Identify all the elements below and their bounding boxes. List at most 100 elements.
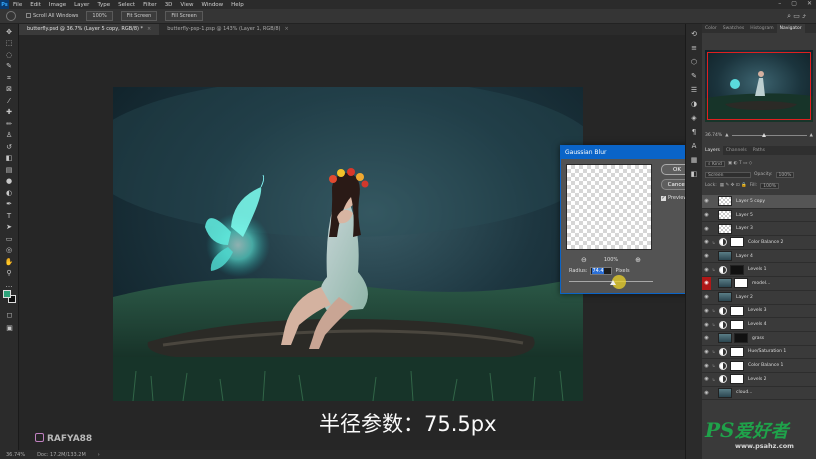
adjustment-icon[interactable] (719, 265, 727, 274)
mountain-large-icon[interactable]: ▲ (810, 133, 813, 138)
dialog-title-bar[interactable]: Gaussian Blur ✕ (561, 146, 697, 159)
tab-color[interactable]: Color (702, 24, 720, 33)
brush-settings-icon[interactable]: ✎ (690, 72, 699, 80)
maximize-icon[interactable]: ▢ (791, 0, 797, 9)
layer-thumbnail[interactable] (718, 210, 732, 221)
eye-icon[interactable]: ◉ (702, 239, 711, 245)
menu-edit[interactable]: Edit (26, 2, 45, 8)
layer-row[interactable]: ◉ Layer 5 (702, 209, 816, 223)
character-icon[interactable]: A (690, 142, 699, 150)
layer-thumbnail[interactable] (718, 387, 732, 398)
hand-tool-icon[interactable]: ✋ (4, 258, 15, 266)
menu-file[interactable]: File (9, 2, 26, 8)
type-tool-icon[interactable]: T (4, 212, 15, 220)
eye-icon[interactable]: ◉ (702, 226, 711, 232)
menu-3d[interactable]: 3D (161, 2, 177, 8)
adjustment-icon[interactable] (719, 347, 727, 356)
navigator-view-box[interactable] (707, 52, 811, 120)
3d-tool-icon[interactable]: ◎ (4, 246, 15, 254)
doc-tab-butterfly[interactable]: butterfly.psd @ 36.7% (Layer 5 copy, RGB… (19, 24, 160, 35)
chevron-right-icon[interactable]: › (98, 452, 100, 458)
layer-row[interactable]: ◉ Layer 4 (702, 250, 816, 264)
layer-thumbnail[interactable] (718, 251, 732, 262)
fill-input[interactable]: 100% (760, 182, 780, 189)
tab-channels[interactable]: Channels (723, 146, 750, 155)
eye-icon[interactable]: ◉ (702, 308, 711, 314)
eye-icon[interactable]: ◉ (702, 294, 711, 300)
layer-row[interactable]: ◉ grass (702, 332, 816, 346)
lock-icons[interactable]: ▦ ✎ ✥ ⊡ 🔒 (720, 183, 747, 188)
layer-thumbnail[interactable] (718, 292, 732, 303)
zoom-in-icon[interactable]: ⊕ (635, 256, 641, 264)
menu-help[interactable]: Help (227, 2, 248, 8)
quick-mask-icon[interactable]: ◻ (4, 311, 15, 319)
layer-mask-thumbnail[interactable] (730, 319, 744, 330)
foreground-color-swatch[interactable] (3, 290, 11, 298)
eraser-tool-icon[interactable]: ◧ (4, 154, 15, 162)
healing-brush-icon[interactable]: ✚ (4, 108, 15, 116)
adjustment-icon[interactable] (719, 361, 727, 370)
opacity-input[interactable]: 100% (775, 171, 795, 178)
layer-thumbnail[interactable] (718, 278, 732, 289)
layer-thumbnail[interactable] (718, 333, 732, 344)
zoom-tool-icon[interactable]: ⚲ (4, 269, 15, 277)
doc-tab-butterfly-psp[interactable]: butterfly-psp-1.psp @ 143% (Layer 1, RGB… (159, 24, 296, 35)
zoom-100-button[interactable]: 100% (86, 11, 113, 21)
layer-mask-thumbnail[interactable] (734, 333, 748, 344)
eye-icon[interactable]: ◉ (702, 349, 711, 355)
layer-row[interactable]: ◉ Layer 5 copy (702, 195, 816, 209)
fit-screen-button[interactable]: Fit Screen (120, 11, 158, 21)
move-tool-icon[interactable]: ✥ (4, 28, 15, 36)
shape-tool-icon[interactable]: ▭ (4, 235, 15, 243)
preview-checkbox[interactable]: ✓ Preview (661, 195, 687, 201)
layer-row[interactable]: ◉ ↳ Hue/Saturation 1 (702, 346, 816, 360)
layer-row[interactable]: ◉ cloud... (702, 387, 816, 401)
scroll-all-windows-checkbox[interactable]: Scroll All Windows (26, 13, 78, 19)
eye-icon[interactable]: ◉ (702, 335, 711, 341)
layer-mask-thumbnail[interactable] (730, 264, 744, 275)
layer-mask-thumbnail[interactable] (730, 237, 744, 248)
close-icon[interactable]: ✕ (807, 0, 812, 9)
layer-row[interactable]: ◉ ↳ Levels 2 (702, 373, 816, 387)
swatch-icon[interactable]: ▦ (690, 156, 699, 164)
layer-thumbnail[interactable] (718, 223, 732, 234)
frame-tool-icon[interactable]: ⊠ (4, 85, 15, 93)
status-zoom[interactable]: 36.74% (6, 452, 25, 458)
quick-select-tool-icon[interactable]: ✎ (4, 62, 15, 70)
layer-mask-thumbnail[interactable] (730, 360, 744, 371)
eye-icon[interactable]: ◉ (702, 376, 711, 382)
layers-icon[interactable]: ◧ (690, 170, 699, 178)
layer-row[interactable]: ◉ Layer 3 (702, 222, 816, 237)
layer-mask-thumbnail[interactable] (730, 305, 744, 316)
blur-preview-area[interactable] (566, 164, 652, 250)
eye-icon[interactable]: ◉ (702, 253, 711, 259)
layer-mask-thumbnail[interactable] (730, 374, 744, 385)
history-icon[interactable]: ⟲ (690, 30, 699, 38)
layer-row[interactable]: ◉ model... (702, 276, 816, 291)
layer-row[interactable]: ◉ ↳ Color Balance 2 (702, 236, 816, 250)
layer-row[interactable]: ◉ Layer 2 (702, 291, 816, 305)
fill-screen-button[interactable]: Fill Screen (165, 11, 203, 21)
layer-thumbnail[interactable] (718, 196, 732, 207)
layer-mask-thumbnail[interactable] (730, 346, 744, 357)
tab-swatches[interactable]: Swatches (720, 24, 748, 33)
tab-paths[interactable]: Paths (750, 146, 768, 155)
radius-input[interactable]: 74.4 (590, 267, 613, 275)
menu-view[interactable]: View (176, 2, 197, 8)
styles-icon[interactable]: ◈ (690, 114, 699, 122)
close-icon[interactable]: × (147, 26, 151, 32)
adjustment-icon[interactable] (719, 306, 727, 315)
menu-select[interactable]: Select (114, 2, 139, 8)
screen-mode-icon[interactable]: ▣ (4, 324, 15, 332)
layer-mask-thumbnail[interactable] (734, 278, 748, 289)
tab-layers[interactable]: Layers (702, 146, 723, 155)
menu-type[interactable]: Type (93, 2, 114, 8)
navigator-zoom-thumb[interactable] (761, 133, 766, 137)
crop-tool-icon[interactable]: ⌗ (4, 74, 15, 82)
filter-icons[interactable]: ▣ ◐ T ▭ ◇ (728, 161, 752, 166)
menu-filter[interactable]: Filter (139, 2, 161, 8)
history-brush-icon[interactable]: ↺ (4, 143, 15, 151)
eye-icon[interactable]: ◉ (702, 198, 711, 204)
canvas-image[interactable] (113, 87, 583, 401)
adjustments-icon[interactable]: ◑ (690, 100, 699, 108)
